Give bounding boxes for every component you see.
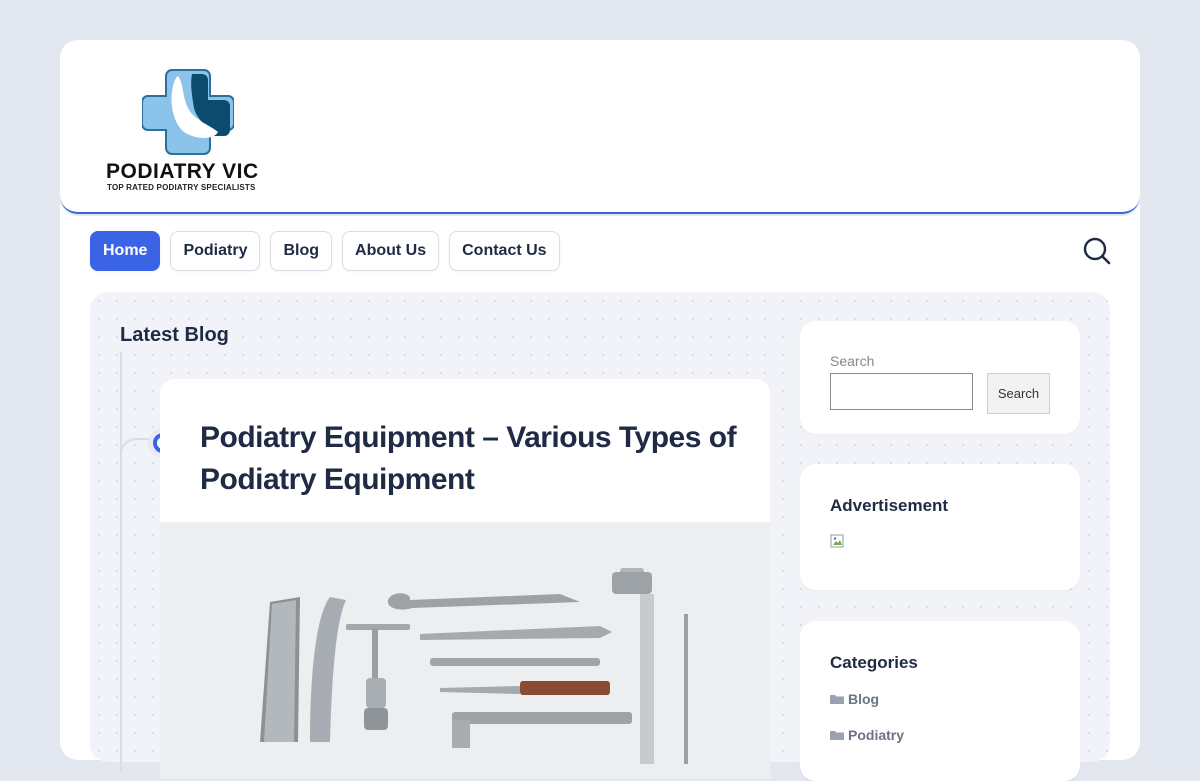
folder-icon (830, 731, 844, 740)
logo-name: PODIATRY VIC (106, 160, 259, 183)
search-icon[interactable] (1082, 236, 1112, 266)
post-card: Podiatry Equipment – Various Types of Po… (160, 379, 770, 779)
category-label: Blog (848, 691, 880, 707)
post-title[interactable]: Podiatry Equipment – Various Types of Po… (200, 417, 750, 501)
timeline-line (120, 352, 122, 772)
nav-item-contact-us[interactable]: Contact Us (449, 231, 560, 271)
advertisement-widget: Advertisement (800, 464, 1080, 590)
search-label: Search (830, 353, 875, 369)
nav-item-blog[interactable]: Blog (270, 231, 333, 271)
category-item-podiatry[interactable]: Podiatry (830, 727, 904, 743)
site-logo[interactable]: PODIATRY VIC TOP RATED PODIATRY SPECIALI… (104, 64, 284, 196)
logo-tagline: TOP RATED PODIATRY SPECIALISTS (107, 183, 256, 192)
logo-cross-foot-icon (142, 69, 234, 155)
section-title: Latest Blog (120, 324, 229, 346)
search-widget: Search Search (800, 321, 1080, 434)
broken-image-icon[interactable] (830, 534, 846, 550)
search-input[interactable] (830, 373, 973, 410)
category-label: Podiatry (848, 727, 905, 743)
post-featured-image[interactable] (160, 522, 770, 779)
categories-widget: Categories Blog Podiatry (800, 621, 1080, 781)
search-button[interactable]: Search (987, 373, 1050, 414)
nav-item-home[interactable]: Home (90, 231, 161, 271)
folder-icon (830, 695, 844, 704)
category-item-blog[interactable]: Blog (830, 691, 879, 707)
content-area: Latest Blog Podiatry Equipment – Various… (90, 292, 1110, 781)
categories-title: Categories (830, 653, 918, 672)
nav-item-podiatry[interactable]: Podiatry (170, 231, 261, 271)
main-navigation: Home Podiatry Blog About Us Contact Us (90, 231, 560, 271)
advertisement-title: Advertisement (830, 496, 949, 515)
page-shell: PODIATRY VIC TOP RATED PODIATRY SPECIALI… (60, 40, 1140, 781)
nav-item-about-us[interactable]: About Us (342, 231, 440, 271)
site-header: PODIATRY VIC TOP RATED PODIATRY SPECIALI… (60, 40, 1140, 214)
